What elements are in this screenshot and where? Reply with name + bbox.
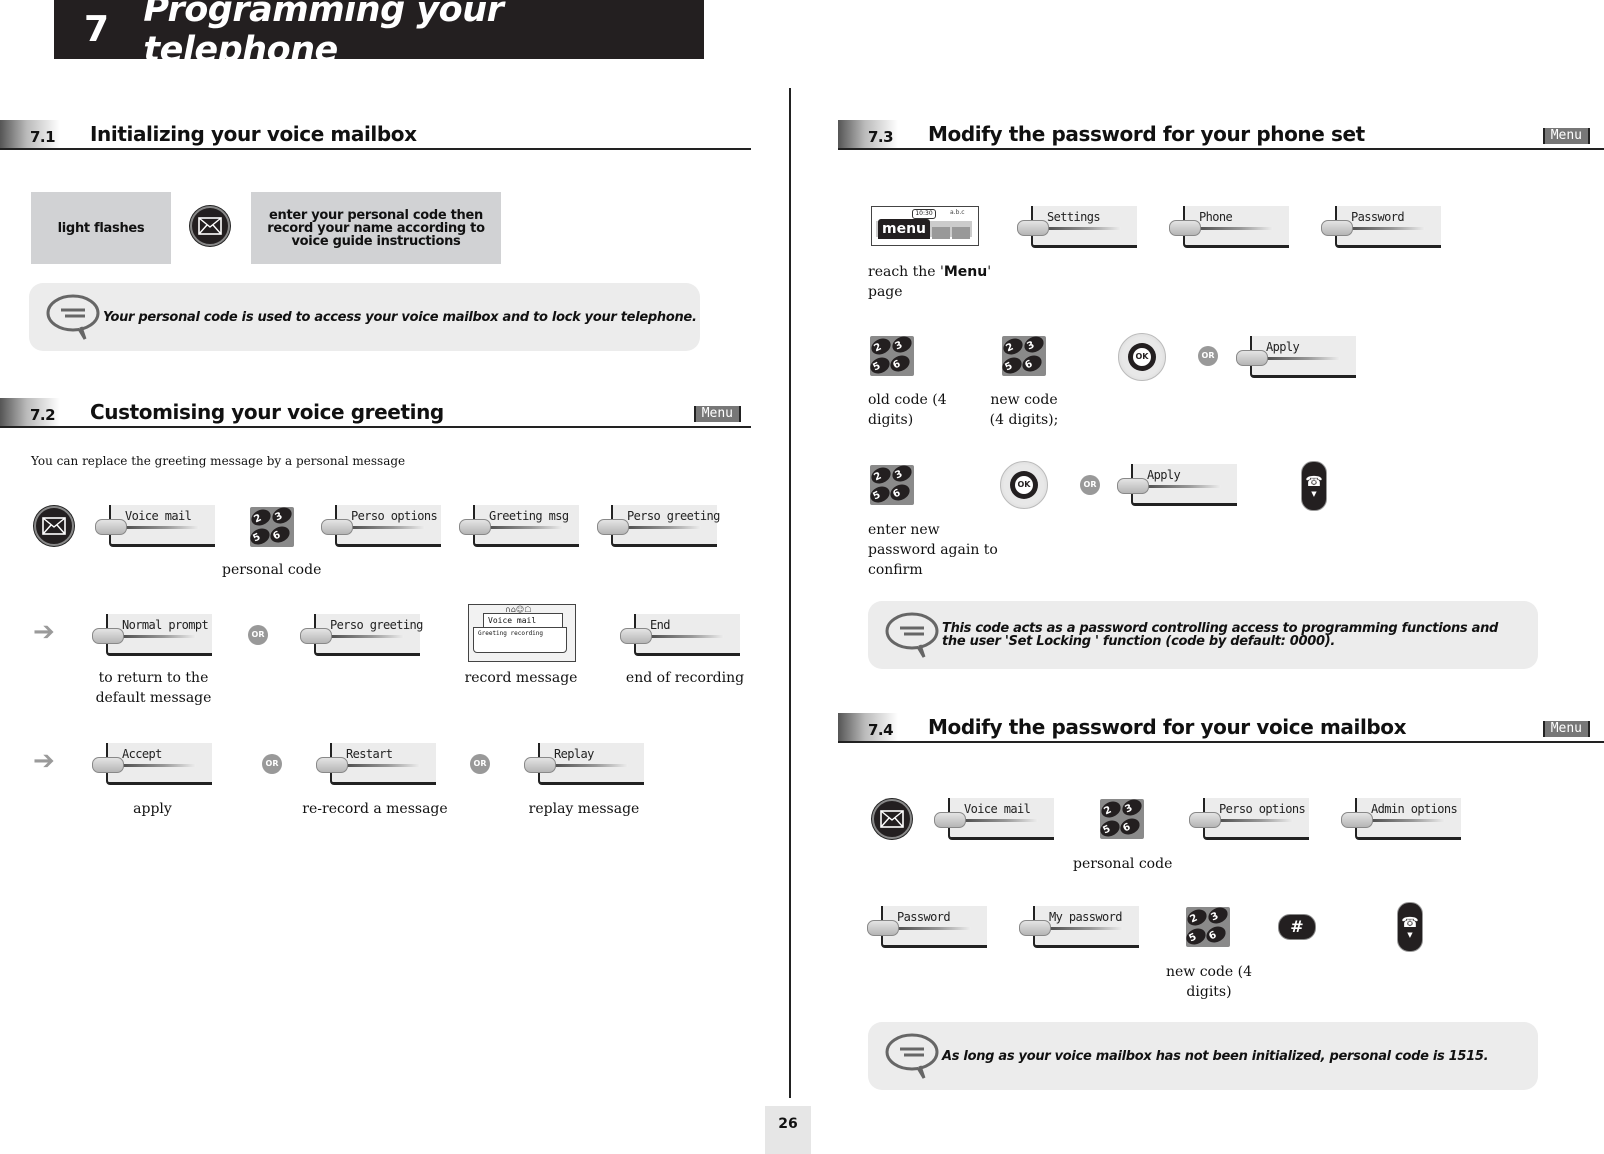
softkey-restart[interactable]: Restart xyxy=(316,743,436,785)
note-7-4: As long as your voice mailbox has not be… xyxy=(868,1022,1538,1090)
caption-personal-code: personal code xyxy=(1073,856,1173,872)
section-heading-7-2: 7.2 Customising your voice greeting Menu xyxy=(0,398,751,428)
chapter-header: 7 Programming your telephone xyxy=(54,0,704,70)
page-divider xyxy=(789,88,791,1098)
softkey-password[interactable]: Password xyxy=(867,906,987,948)
or-badge: OR xyxy=(1080,475,1100,495)
caption-apply: apply xyxy=(133,801,172,817)
page-number: 26 xyxy=(765,1106,811,1154)
section-title: Modify the password for your voice mailb… xyxy=(928,715,1407,739)
keypad-icon[interactable]: 2356 xyxy=(867,333,915,377)
softkey-greeting-msg[interactable]: Greeting msg xyxy=(459,505,579,547)
note-bubble-icon xyxy=(885,1033,939,1079)
phone-screen-recording: ∩⌂☺☖ Voice mail Greeting recording xyxy=(468,604,576,662)
section-title: Initializing your voice mailbox xyxy=(90,122,417,146)
softkey-normal-prompt[interactable]: Normal prompt xyxy=(92,614,212,656)
menu-badge: Menu xyxy=(1542,128,1590,144)
caption-new-code: new code (4 digits); xyxy=(989,392,1059,428)
caption-replay: replay message xyxy=(528,801,640,817)
note-text: As long as your voice mailbox has not be… xyxy=(942,1048,1489,1064)
ok-key[interactable]: OK xyxy=(1118,333,1166,381)
softkey-apply[interactable]: Apply xyxy=(1236,336,1356,378)
ok-key[interactable]: OK xyxy=(1000,461,1048,509)
menu-button: menu xyxy=(878,219,930,239)
caption-old-code: old code (4 digits) xyxy=(868,392,947,428)
softkey-perso-greeting[interactable]: Perso greeting xyxy=(597,505,720,547)
section-heading-7-1: 7.1 Initializing your voice mailbox xyxy=(0,120,751,150)
hash-key-icon[interactable]: # xyxy=(1278,914,1316,940)
caption-return-default: to return to the default message xyxy=(95,670,212,706)
section-intro: You can replace the greeting message by … xyxy=(31,454,406,468)
softkey-voice-mail[interactable]: Voice mail xyxy=(934,798,1054,840)
softkey-end[interactable]: End xyxy=(620,614,740,656)
note-7-3: This code acts as a password controlling… xyxy=(868,601,1538,669)
softkey-perso-options[interactable]: Perso options xyxy=(321,505,441,547)
caption-rerecord: re-record a message xyxy=(302,801,448,817)
menu-badge: Menu xyxy=(1542,721,1590,737)
caption-personal-code: personal code xyxy=(222,562,322,578)
mail-key-icon[interactable] xyxy=(190,206,230,246)
softkey-replay[interactable]: Replay xyxy=(524,743,644,785)
arrow-right-icon: ➔ xyxy=(33,746,55,776)
or-badge: OR xyxy=(1198,346,1218,366)
softkey-perso-greeting-2[interactable]: Perso greeting xyxy=(300,614,423,656)
softkey-voice-mail[interactable]: Voice mail xyxy=(95,505,215,547)
caption-new-code: new code (4 digits) xyxy=(1165,964,1253,1000)
chapter-title: Programming your telephone xyxy=(143,0,504,70)
or-badge: OR xyxy=(248,625,268,645)
personal-code-instructions-box: enter your personal code then record you… xyxy=(251,192,501,264)
section-heading-7-4: 7.4 Modify the password for your voice m… xyxy=(838,713,1604,743)
softkey-settings[interactable]: Settings xyxy=(1017,206,1137,248)
softkey-admin-options[interactable]: Admin options xyxy=(1341,798,1461,840)
keypad-icon[interactable]: 2356 xyxy=(999,333,1047,377)
note-bubble-icon xyxy=(46,294,100,340)
section-number: 7.3 xyxy=(868,128,894,146)
section-number: 7.1 xyxy=(30,128,56,146)
section-heading-7-3: 7.3 Modify the password for your phone s… xyxy=(838,120,1604,150)
menu-badge: Menu xyxy=(693,406,741,422)
softkey-apply-confirm[interactable]: Apply xyxy=(1117,464,1237,506)
keypad-icon[interactable]: 2356 xyxy=(1097,796,1145,840)
note-text: This code acts as a password controlling… xyxy=(942,621,1499,649)
caption-end-recording: end of recording xyxy=(625,670,745,686)
keypad-icon[interactable]: 2356 xyxy=(867,462,915,506)
or-badge: OR xyxy=(262,754,282,774)
section-title: Modify the password for your phone set xyxy=(928,122,1365,146)
keypad-icon[interactable]: 2356 xyxy=(1183,904,1231,948)
softkey-password[interactable]: Password xyxy=(1321,206,1441,248)
hang-up-key-icon[interactable]: ☎ ▼ xyxy=(1397,902,1423,952)
note-text: Your personal code is used to access you… xyxy=(103,309,697,325)
softkey-perso-options[interactable]: Perso options xyxy=(1189,798,1309,840)
softkey-my-password[interactable]: My password xyxy=(1019,906,1139,948)
light-flashes-box: light flashes xyxy=(31,192,171,264)
note-7-1: Your personal code is used to access you… xyxy=(29,283,700,351)
caption-confirm-password: enter new password again to confirm xyxy=(868,522,998,578)
section-title: Customising your voice greeting xyxy=(90,400,444,424)
note-bubble-icon xyxy=(885,612,939,658)
or-badge: OR xyxy=(470,754,490,774)
hang-up-key-icon[interactable]: ☎ ▼ xyxy=(1301,461,1327,511)
caption-record-message: record message xyxy=(464,670,578,686)
keypad-icon[interactable]: 2356 xyxy=(247,504,295,548)
mail-key-icon[interactable] xyxy=(34,506,74,546)
menu-screen[interactable]: 10:30 a.b.c menu xyxy=(871,206,979,246)
softkey-accept[interactable]: Accept xyxy=(92,743,212,785)
section-number: 7.2 xyxy=(30,406,56,424)
mail-key-icon[interactable] xyxy=(872,799,912,839)
section-number: 7.4 xyxy=(868,721,894,739)
arrow-right-icon: ➔ xyxy=(33,617,55,647)
chapter-number: 7 xyxy=(84,9,110,50)
caption-reach-menu: reach the 'Menu' page xyxy=(868,264,992,300)
softkey-phone[interactable]: Phone xyxy=(1169,206,1289,248)
